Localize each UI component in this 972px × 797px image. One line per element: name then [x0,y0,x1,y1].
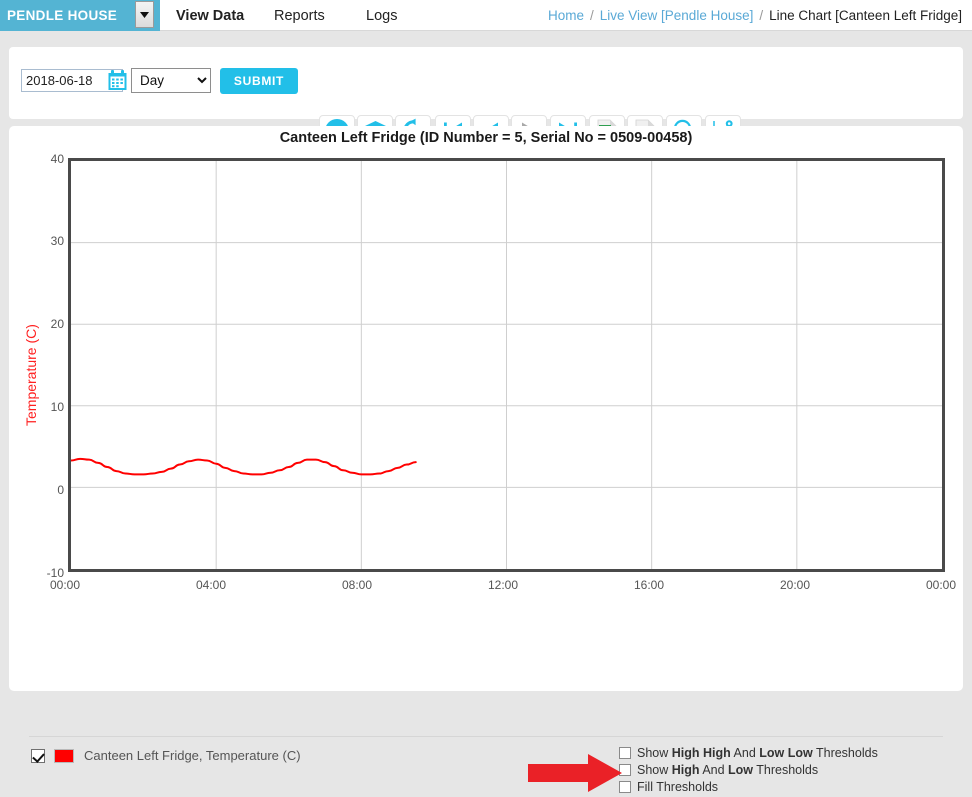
period-select[interactable]: Day [131,68,211,93]
chart-gridlines [71,161,942,569]
legend-color-swatch [54,749,74,763]
threshold-label-fill: Fill Thresholds [637,780,718,794]
legend-divider [29,736,943,737]
chart-panel: Canteen Left Fridge (ID Number = 5, Seri… [9,126,963,691]
brand-label: PENDLE HOUSE [0,8,117,23]
threshold-options: Show High High And Low Low Thresholds Sh… [619,746,878,797]
tab-logs-label: Logs [366,8,397,24]
breadcrumb-item-live-view[interactable]: Live View [Pendle House] [600,8,754,23]
chart-plot-area: Temperature (C) 40 30 20 10 0 -10 00:00 … [9,126,963,596]
threshold-label-high-high-low-low: Show High High And Low Low Thresholds [637,746,878,760]
submit-button[interactable]: SUBMIT [220,68,298,94]
chevron-down-icon[interactable] [135,1,154,28]
legend: Canteen Left Fridge, Temperature (C) [31,748,301,763]
x-tick-label: 16:00 [634,578,664,592]
tab-logs[interactable]: Logs [366,0,397,31]
threshold-option-high-high-low-low[interactable]: Show High High And Low Low Thresholds [619,746,878,760]
threshold-option-high-low[interactable]: Show High And Low Thresholds [619,763,878,777]
threshold-option-fill[interactable]: Fill Thresholds [619,780,878,794]
breadcrumb-item-home[interactable]: Home [548,8,584,23]
chart-series-line [71,459,416,475]
tab-view-data[interactable]: View Data [176,0,244,31]
breadcrumb-separator: / [590,8,594,23]
brand-selector[interactable]: PENDLE HOUSE [0,0,160,31]
chart-svg [71,161,942,569]
y-tick-label: 10 [20,400,64,414]
y-tick-label: 0 [20,483,64,497]
tab-reports-label: Reports [274,8,325,24]
legend-series-checkbox[interactable] [31,749,45,763]
threshold-label-high-low: Show High And Low Thresholds [637,763,818,777]
chart-canvas[interactable] [68,158,945,572]
breadcrumb-item-current: Line Chart [Canteen Left Fridge] [769,8,962,23]
x-tick-label: 08:00 [342,578,372,592]
x-tick-label: 20:00 [780,578,810,592]
x-tick-label: 00:00 [926,578,956,592]
toolbar-panel: Day SUBMIT [9,47,963,119]
x-tick-label: 04:00 [196,578,226,592]
calendar-icon[interactable] [108,70,127,91]
x-tick-label: 12:00 [488,578,518,592]
breadcrumb-separator: / [759,8,763,23]
y-tick-label: 20 [20,317,64,331]
x-tick-label: 00:00 [50,578,80,592]
breadcrumb: Home / Live View [Pendle House] / Line C… [548,0,962,31]
tab-view-data-label: View Data [176,8,244,24]
tab-reports[interactable]: Reports [274,0,325,31]
annotation-arrow-icon [528,753,623,793]
y-axis-ticks: 40 30 20 10 0 -10 [9,126,64,596]
y-tick-label: 30 [20,234,64,248]
y-tick-label: 40 [20,152,64,166]
top-navigation-bar: PENDLE HOUSE View Data Reports Logs Home… [0,0,972,31]
legend-series-label: Canteen Left Fridge, Temperature (C) [84,748,301,763]
